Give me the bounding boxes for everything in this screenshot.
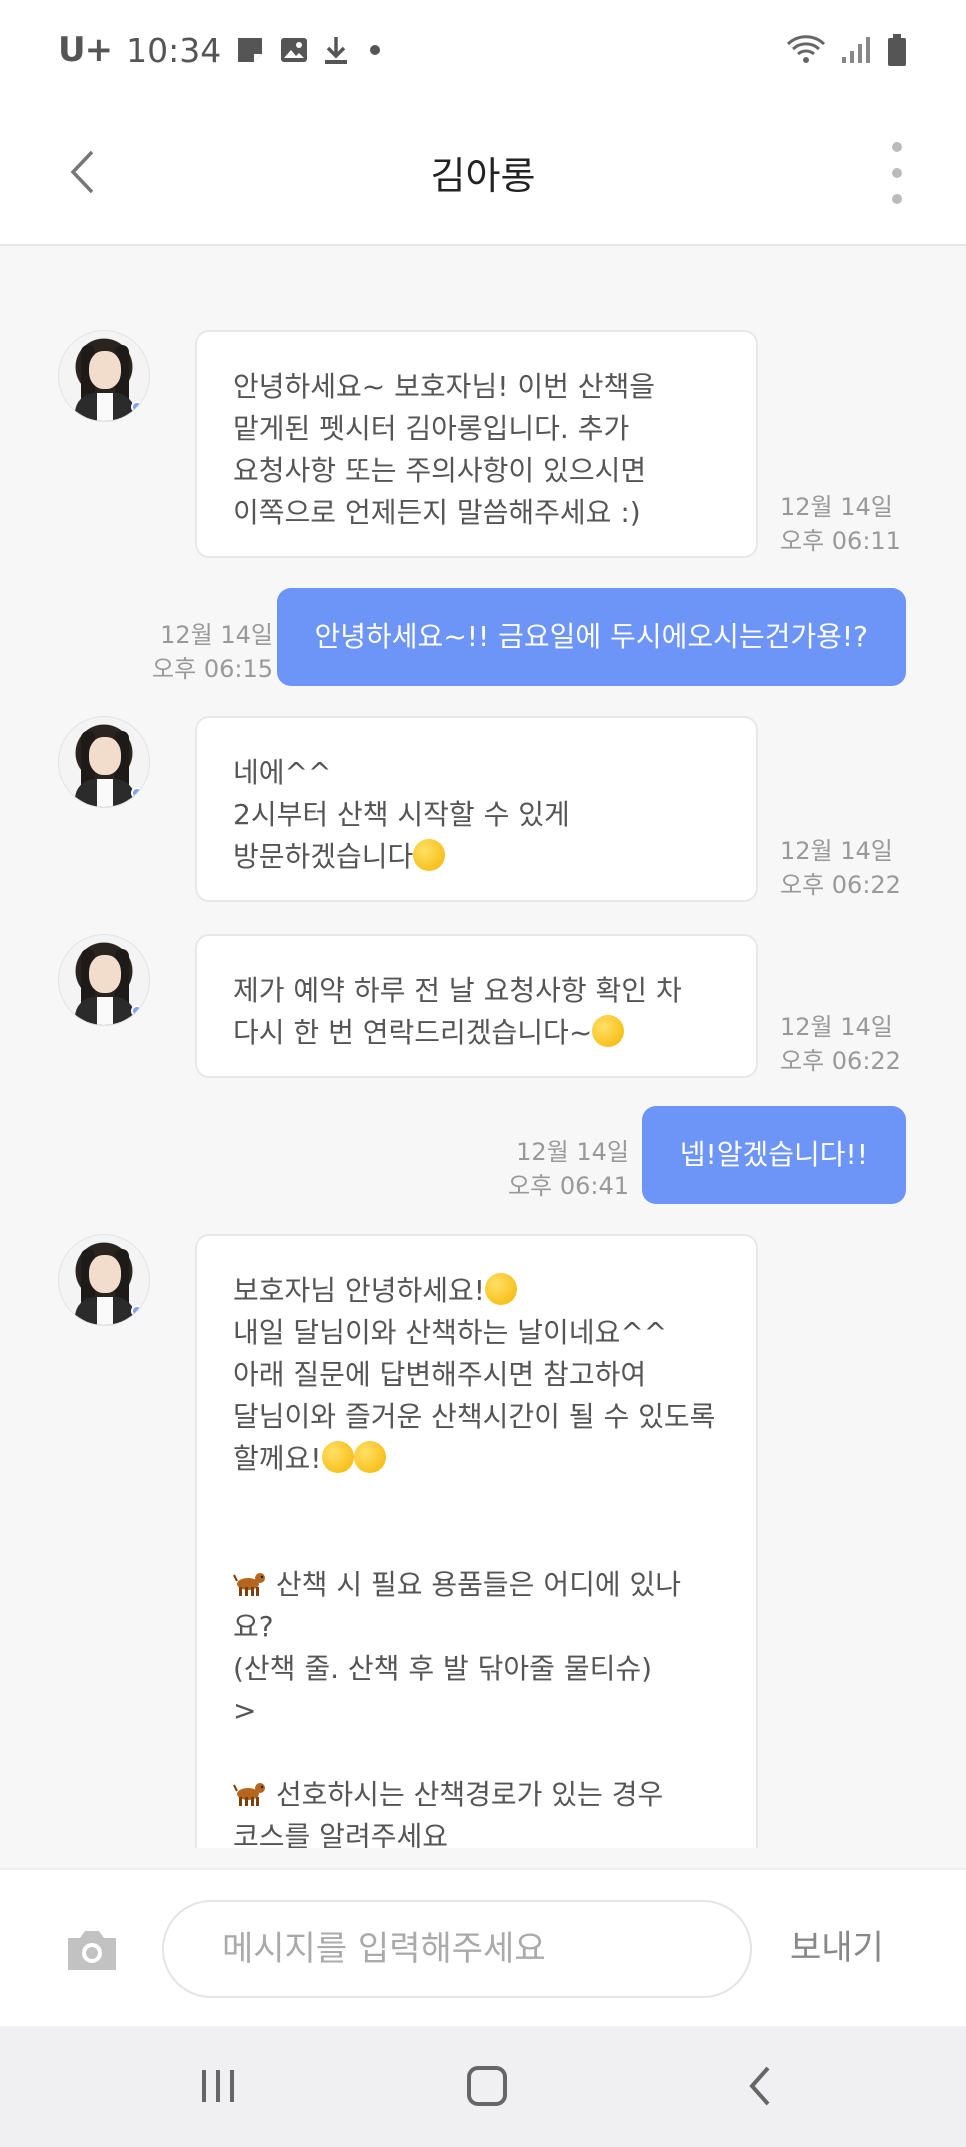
message-text-line: 다시 한 번 연락드리겠습니다~ bbox=[233, 1012, 720, 1054]
message-time: 오후 06:15 bbox=[152, 655, 273, 683]
gallery-icon bbox=[279, 36, 309, 64]
message-timestamp: 12월 14일오후 06:22 bbox=[780, 834, 901, 902]
recent-apps-icon bbox=[202, 2070, 234, 2102]
message-text: 선호하시는 산책경로가 있는 경우 bbox=[267, 1778, 664, 1811]
message-text: 할께요! bbox=[233, 1442, 322, 1475]
status-left: U+ 10:34 bbox=[58, 30, 387, 70]
message-text-line: 달님이와 즐거운 산책시간이 될 수 있도록 bbox=[233, 1400, 716, 1433]
message-date: 12월 14일 bbox=[516, 1138, 629, 1166]
chat-messages[interactable]: 안녕하세요~ 보호자님! 이번 산책을 맡게된 펫시터 김아롱입니다. 추가 요… bbox=[0, 248, 966, 1848]
message-bubble-outgoing: 넵!알겠습니다!! bbox=[641, 1106, 906, 1204]
note-icon bbox=[235, 35, 265, 65]
message-bubble-outgoing: 안녕하세요~!! 금요일에 두시에오시는건가용!? bbox=[276, 588, 906, 686]
message-time: 오후 06:11 bbox=[780, 527, 901, 555]
message-text-line: 할께요! bbox=[233, 1438, 720, 1480]
more-dot-icon bbox=[892, 168, 902, 178]
home-button[interactable] bbox=[462, 2056, 512, 2116]
send-button[interactable]: 보내기 bbox=[790, 1920, 884, 1969]
camera-button[interactable] bbox=[64, 1926, 120, 1974]
system-back-button[interactable] bbox=[740, 2056, 780, 2116]
avatar[interactable] bbox=[58, 716, 150, 808]
message-text-line: 산책 시 필요 용품들은 어디에 있나요? bbox=[233, 1564, 720, 1648]
message-time: 오후 06:22 bbox=[780, 871, 901, 899]
verified-badge-icon bbox=[131, 787, 143, 799]
chevron-left-icon bbox=[70, 150, 94, 194]
smiling-blush-emoji-icon bbox=[592, 1015, 625, 1047]
message-bubble-incoming: 네에^^ 2시부터 산책 시작할 수 있게 방문하겠습니다 bbox=[195, 716, 758, 902]
smiling-blush-emoji-icon bbox=[484, 1273, 517, 1305]
message-bubble-incoming: 안녕하세요~ 보호자님! 이번 산책을 맡게된 펫시터 김아롱입니다. 추가 요… bbox=[195, 330, 758, 558]
message-date: 12월 14일 bbox=[780, 837, 893, 865]
more-dot-icon bbox=[892, 194, 902, 204]
verified-badge-icon bbox=[131, 1305, 143, 1317]
battery-icon bbox=[886, 33, 908, 67]
slightly-smiling-emoji-icon bbox=[353, 1441, 386, 1473]
message-date: 12월 14일 bbox=[780, 493, 893, 521]
home-icon bbox=[467, 2066, 507, 2106]
camera-icon bbox=[68, 1931, 116, 1970]
message-date: 12월 14일 bbox=[780, 1013, 893, 1041]
status-time: 10:34 bbox=[126, 30, 222, 70]
status-right bbox=[786, 33, 908, 67]
carrier-label: U+ bbox=[58, 30, 113, 70]
message-text-line: 방문하겠습니다 bbox=[233, 836, 720, 878]
recent-apps-button[interactable] bbox=[196, 2056, 240, 2116]
message-text-line: 내일 달님이와 산책하는 날이네요^^ bbox=[233, 1316, 668, 1349]
download-icon bbox=[323, 35, 349, 65]
status-bar: U+ 10:34 bbox=[0, 0, 966, 100]
message-text-line: 제가 예약 하루 전 날 요청사항 확인 차 bbox=[233, 974, 682, 1007]
slightly-smiling-emoji-icon bbox=[413, 839, 446, 871]
message-timestamp: 12월 14일오후 06:41 bbox=[508, 1135, 629, 1203]
message-text-line: 코스를 알려주세요 bbox=[233, 1820, 448, 1848]
slightly-smiling-emoji-icon bbox=[321, 1441, 354, 1473]
message-text-line: > bbox=[233, 1694, 257, 1727]
message-input[interactable] bbox=[162, 1900, 752, 1998]
verified-badge-icon bbox=[131, 1005, 143, 1017]
message-text-line: (산책 줄. 산책 후 발 닦아줄 물티슈) bbox=[233, 1652, 653, 1685]
message-text-line: 아래 질문에 답변해주시면 참고하여 bbox=[233, 1358, 647, 1391]
message-text: 방문하겠습니다 bbox=[233, 840, 414, 873]
message-timestamp: 12월 14일오후 06:22 bbox=[780, 1010, 901, 1078]
avatar[interactable] bbox=[58, 934, 150, 1026]
page-title: 김아롱 bbox=[430, 153, 536, 198]
message-input-bar: 보내기 bbox=[0, 1868, 966, 2026]
message-timestamp: 12월 14일오후 06:15 bbox=[152, 618, 273, 686]
signal-icon bbox=[840, 35, 872, 65]
avatar[interactable] bbox=[58, 330, 150, 422]
message-bubble-incoming: 제가 예약 하루 전 날 요청사항 확인 차 다시 한 번 연락드리겠습니다~ bbox=[195, 934, 758, 1078]
message-text: 산책 시 필요 용품들은 어디에 있나요? bbox=[233, 1568, 682, 1643]
dog-emoji-icon bbox=[233, 1573, 265, 1596]
dot-icon bbox=[363, 38, 387, 62]
verified-badge-icon bbox=[131, 401, 143, 413]
message-text: 보호자님 안녕하세요! bbox=[233, 1274, 485, 1307]
avatar[interactable] bbox=[58, 1234, 150, 1326]
message-timestamp: 12월 14일오후 06:11 bbox=[780, 490, 901, 558]
message-text: 다시 한 번 연락드리겠습니다~ bbox=[233, 1016, 593, 1049]
message-text-line: 네에^^ bbox=[233, 756, 332, 789]
wifi-icon bbox=[786, 34, 826, 66]
dog-emoji-icon bbox=[233, 1783, 265, 1806]
back-button[interactable] bbox=[62, 142, 102, 202]
message-text-line: 선호하시는 산책경로가 있는 경우 bbox=[233, 1774, 720, 1816]
message-bubble-incoming: 보호자님 안녕하세요! 내일 달님이와 산책하는 날이네요^^ 아래 질문에 답… bbox=[195, 1234, 758, 1848]
message-date: 12월 14일 bbox=[160, 621, 273, 649]
back-arrow-icon bbox=[749, 2066, 770, 2106]
message-time: 오후 06:41 bbox=[508, 1172, 629, 1200]
more-options-button[interactable] bbox=[882, 136, 912, 210]
message-text-line: 2시부터 산책 시작할 수 있게 bbox=[233, 798, 570, 831]
message-time: 오후 06:22 bbox=[780, 1047, 901, 1075]
system-nav-bar bbox=[0, 2026, 966, 2147]
more-dot-icon bbox=[892, 142, 902, 152]
chat-header: 김아롱 bbox=[0, 100, 966, 246]
message-text-line: 보호자님 안녕하세요! bbox=[233, 1270, 720, 1312]
